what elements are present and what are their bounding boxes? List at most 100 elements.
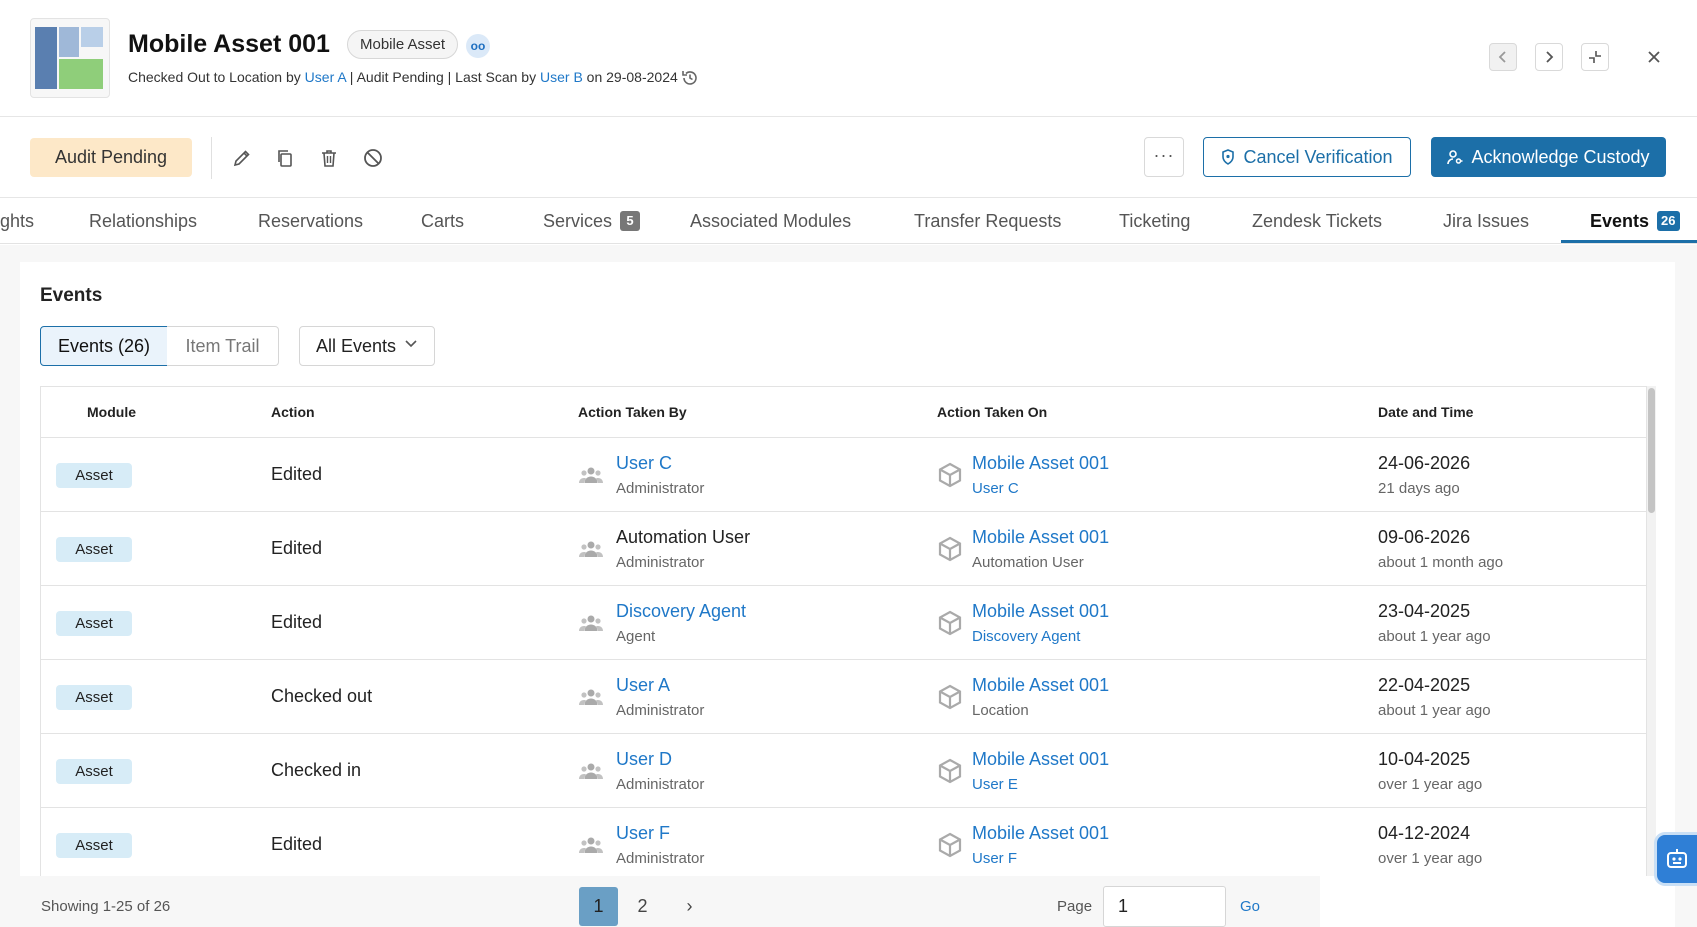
event-date: 10-04-2025 [1378,749,1471,769]
tab-associated-modules[interactable]: Associated Modules [690,199,851,244]
section-title: Events [40,285,103,306]
events-toggle[interactable]: Events (26) [40,326,168,366]
user-link[interactable]: User A [305,69,346,85]
actor-role: Agent [616,628,656,645]
module-badge: Asset [56,537,132,562]
user-key-icon [1447,150,1463,165]
go-button[interactable]: Go [1240,898,1260,915]
module-badge: Asset [56,611,132,636]
status-text: on 29-08-2024 [582,69,678,85]
table-row: Asset Edited Discovery Agent Agent Mobil… [41,586,1646,660]
asset-status-line: Checked Out to Location by User A | Audi… [128,69,678,85]
tab-relationships[interactable]: Relationships [89,199,197,244]
integration-icon: oo [466,34,490,58]
tab-insights[interactable]: ghts [0,199,34,244]
next-page-button[interactable]: › [670,887,709,926]
previous-button[interactable] [1489,43,1517,71]
page-button-1[interactable]: 1 [579,887,618,926]
minimize-button[interactable] [1581,43,1609,71]
edit-button[interactable] [229,145,255,171]
target-link[interactable]: Mobile Asset 001 [972,823,1109,844]
tab-services[interactable]: Services 5 [543,199,641,244]
more-options-button[interactable]: ··· [1144,137,1184,177]
chevron-left-icon [1498,51,1506,63]
column-header[interactable]: Action Taken By [578,387,687,437]
action-text: Edited [271,464,323,484]
asset-title: Mobile Asset 001 [128,30,330,58]
user-link[interactable]: User B [540,69,583,85]
event-date: 09-06-2026 [1378,527,1471,547]
cancel-verification-button[interactable]: Cancel Verification [1203,137,1411,177]
tab-events[interactable]: Events 26 [1590,199,1680,244]
users-icon [579,467,603,483]
column-header[interactable]: Action Taken On [937,387,1047,437]
target-sub-link[interactable]: Discovery Agent [972,628,1080,645]
relative-time: over 1 year ago [1378,850,1483,867]
column-header[interactable]: Date and Time [1378,387,1473,437]
scrollbar-thumb[interactable] [1648,388,1655,513]
next-button[interactable] [1535,43,1563,71]
cube-icon [938,610,962,636]
target-link[interactable]: Mobile Asset 001 [972,749,1109,770]
users-icon [579,763,603,779]
tab-carts[interactable]: Carts [421,199,464,244]
history-icon[interactable] [680,68,700,88]
relative-time: about 1 year ago [1378,702,1491,719]
relative-time: about 1 month ago [1378,554,1504,571]
relative-time: 21 days ago [1378,480,1460,497]
tab-jira-issues[interactable]: Jira Issues [1443,199,1529,244]
users-icon [579,837,603,853]
module-badge: Asset [56,463,132,488]
tab-ticketing[interactable]: Ticketing [1119,199,1190,244]
target-sub-link[interactable]: User F [972,850,1017,867]
actor-link[interactable]: User F [616,823,670,844]
chevron-down-icon [405,340,417,348]
assistant-button[interactable] [1657,835,1697,883]
target-sub-text: Automation User [972,554,1084,571]
page-number-input[interactable]: 1 [1103,886,1226,927]
module-badge: Asset [56,833,132,858]
actor-link[interactable]: User A [616,675,670,696]
asset-type-chip: Mobile Asset [347,30,459,59]
copy-button[interactable] [272,145,298,171]
status-badge: Audit Pending [30,138,192,177]
target-link[interactable]: Mobile Asset 001 [972,527,1109,548]
target-sub-link[interactable]: User C [972,480,1019,497]
event-filter-dropdown[interactable]: All Events [299,326,435,366]
close-button[interactable] [1640,43,1668,71]
trash-icon [322,150,336,167]
tab-reservations[interactable]: Reservations [258,199,363,244]
target-link[interactable]: Mobile Asset 001 [972,453,1109,474]
delete-button[interactable] [316,145,342,171]
cube-icon [938,684,962,710]
page-button-2[interactable]: 2 [623,887,662,926]
tab-transfer-requests[interactable]: Transfer Requests [914,199,1061,244]
actor-role: Administrator [616,480,705,497]
cube-icon [938,462,962,488]
item-trail-toggle[interactable]: Item Trail [167,326,279,366]
tab-zendesk-tickets[interactable]: Zendesk Tickets [1252,199,1382,244]
action-toolbar: Audit Pending ··· Cancel Verification Ac… [0,118,1697,198]
table-row: Asset Edited Automation User Administrat… [41,512,1646,586]
column-header[interactable]: Module [87,387,136,437]
actor-link[interactable]: User C [616,453,672,474]
target-sub-link[interactable]: User E [972,776,1018,793]
target-link[interactable]: Mobile Asset 001 [972,675,1109,696]
target-link[interactable]: Mobile Asset 001 [972,601,1109,622]
acknowledge-custody-button[interactable]: Acknowledge Custody [1431,137,1666,177]
event-date: 23-04-2025 [1378,601,1471,621]
disable-button[interactable] [360,145,386,171]
table-row: Asset Edited User C Administrator Mobile… [41,438,1646,512]
action-text: Edited [271,612,323,632]
table-row: Asset Edited User F Administrator Mobile… [41,808,1646,876]
page-label: Page [1057,898,1093,915]
actor-link[interactable]: User D [616,749,672,770]
column-header[interactable]: Action [271,387,315,437]
asset-thumbnail[interactable] [30,18,110,98]
copy-icon [278,150,292,167]
actor-link[interactable]: Discovery Agent [616,601,746,622]
action-text: Edited [271,538,323,558]
actor-role: Administrator [616,850,705,867]
cube-icon [938,758,962,784]
active-tab-indicator [1561,240,1697,243]
